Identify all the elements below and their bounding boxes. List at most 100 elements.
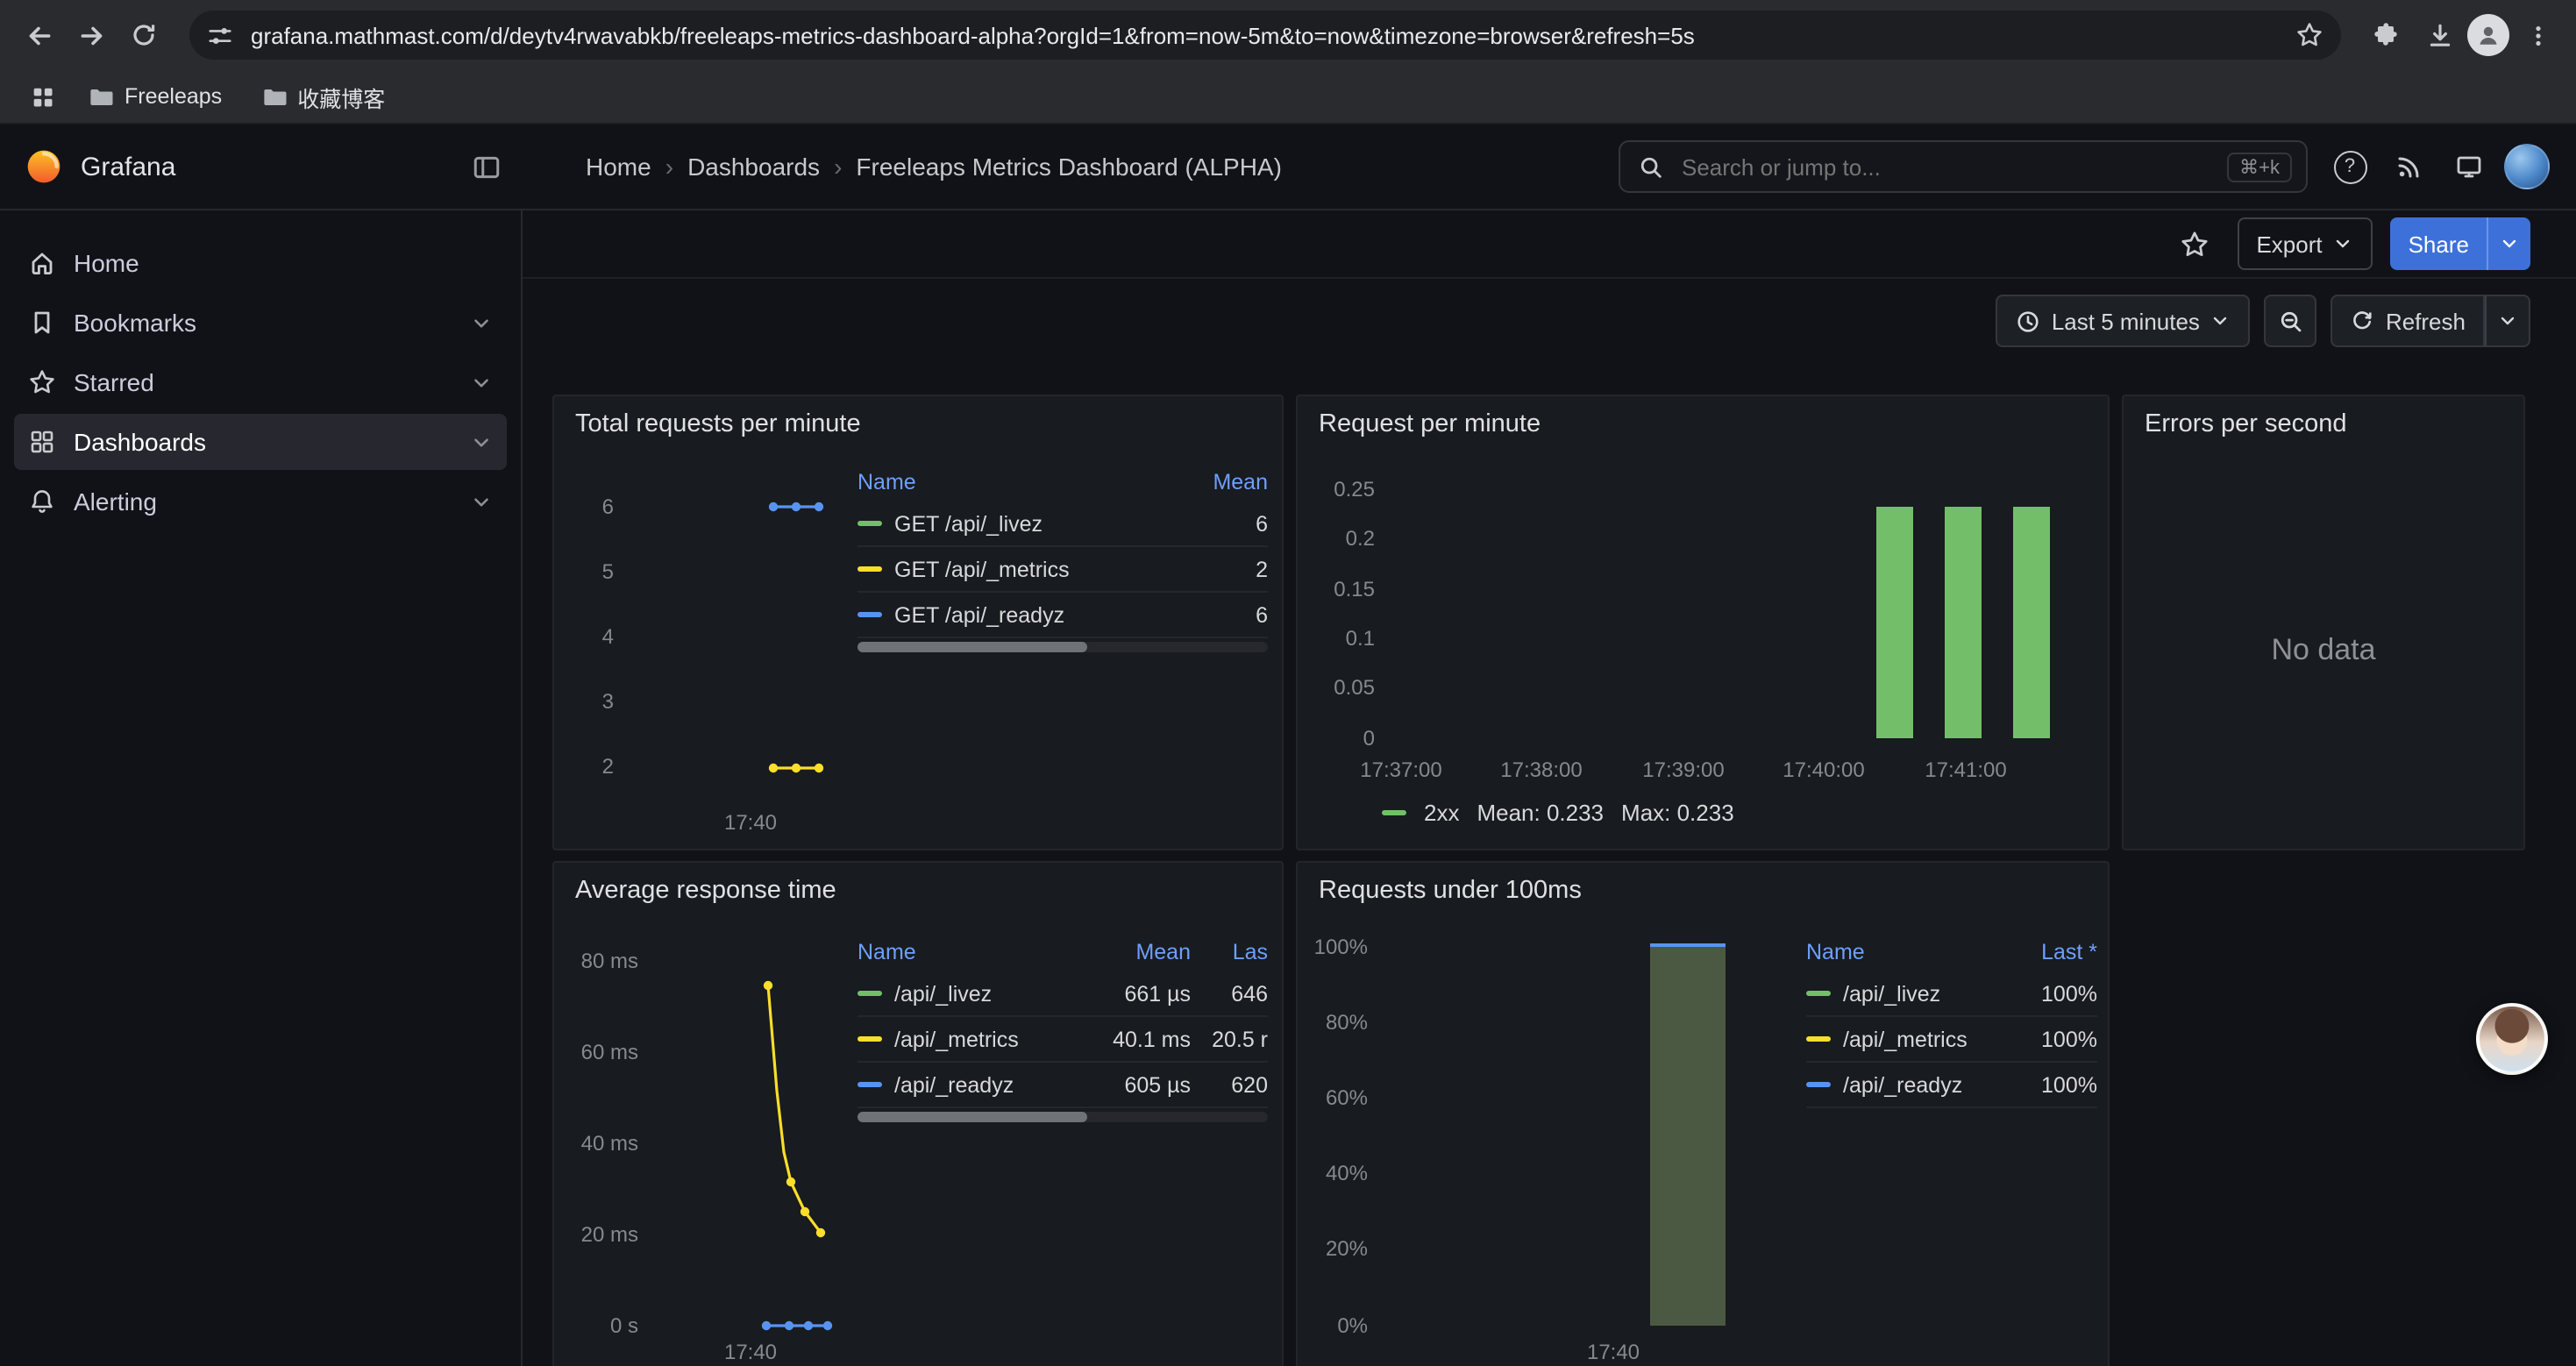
back-button[interactable]	[14, 11, 63, 60]
help-icon[interactable]: ?	[2325, 142, 2374, 191]
series-color-dash	[857, 566, 882, 572]
sidebar-item-dashboards[interactable]: Dashboards	[14, 414, 507, 470]
folder-icon	[88, 83, 114, 110]
export-button[interactable]: Export	[2237, 217, 2373, 270]
user-avatar[interactable]	[2504, 144, 2550, 189]
share-label: Share	[2409, 231, 2469, 257]
news-rss-icon[interactable]	[2385, 142, 2434, 191]
refresh-label: Refresh	[2386, 308, 2466, 334]
legend[interactable]: 2xx Mean: 0.233 Max: 0.233	[1382, 800, 1734, 826]
legend-row[interactable]: /api/_livez100%	[1806, 971, 2097, 1017]
y-tick: 5	[565, 561, 614, 582]
panel-title[interactable]: Request per minute	[1319, 410, 1541, 438]
chevron-down-icon[interactable]	[470, 371, 493, 394]
panel-request-per-minute: Request per minute 0.25 0.2 0.15 0.1 0.0…	[1296, 395, 2110, 850]
series-name: GET /api/_readyz	[894, 602, 1064, 627]
scrollbar-thumb[interactable]	[857, 642, 1087, 652]
sidebar-item-alerting[interactable]: Alerting	[14, 473, 507, 530]
monitor-icon[interactable]	[2444, 142, 2494, 191]
series-color-dash	[1382, 810, 1406, 815]
legend-col-value[interactable]: Las	[1191, 940, 1268, 964]
series-name: /api/_metrics	[1843, 1027, 1968, 1051]
legend-scrollbar[interactable]	[857, 1112, 1268, 1122]
time-range-picker[interactable]: Last 5 minutes	[1996, 295, 2251, 347]
extensions-icon[interactable]	[2362, 11, 2411, 60]
series-name: /api/_livez	[1843, 981, 1940, 1006]
download-icon[interactable]	[2415, 11, 2464, 60]
y-tick: 40%	[1298, 1163, 1368, 1184]
legend-row[interactable]: /api/_livez661 µs646	[857, 971, 1268, 1017]
browser-profile-avatar[interactable]	[2467, 14, 2509, 56]
sidebar-item-bookmarks[interactable]: Bookmarks	[14, 295, 507, 351]
legend-row[interactable]: /api/_readyz605 µs620	[857, 1063, 1268, 1108]
bookmark-item-freeleaps[interactable]: Freeleaps	[74, 78, 236, 115]
bookmark-item-blog[interactable]: 收藏博客	[246, 75, 399, 118]
chevron-down-icon[interactable]	[470, 311, 493, 334]
bar-chart	[1876, 489, 2069, 738]
bar-chart	[1650, 947, 1726, 1326]
legend-row[interactable]: GET /api/_metrics2	[857, 547, 1268, 593]
y-tick: 0 s	[554, 1315, 638, 1336]
forward-button[interactable]	[67, 11, 116, 60]
bookmarks-bar: Freeleaps 收藏博客	[0, 70, 2576, 125]
legend-col-name[interactable]: Name	[857, 470, 1163, 494]
legend-col-value[interactable]: Last *	[1999, 940, 2097, 964]
legend-col-name[interactable]: Name	[1806, 940, 1999, 964]
zoom-out-time-button[interactable]	[2265, 295, 2317, 347]
panel-title[interactable]: Errors per second	[2145, 410, 2347, 438]
bookmark-label: 收藏博客	[297, 80, 385, 113]
legend-row[interactable]: GET /api/_livez6	[857, 502, 1268, 547]
dashboard-toolbar: Export Share	[523, 210, 2576, 279]
y-tick: 0%	[1298, 1315, 1368, 1336]
share-menu-caret[interactable]	[2487, 217, 2530, 270]
bookmark-icon	[28, 309, 56, 337]
grafana-logo[interactable]	[25, 147, 63, 186]
apps-grid-icon[interactable]	[21, 75, 63, 117]
sidebar-item-home[interactable]: Home	[14, 235, 507, 291]
reload-button[interactable]	[119, 11, 168, 60]
legend-col-value[interactable]: Mean	[1163, 470, 1268, 494]
browser-menu-icon[interactable]	[2513, 11, 2562, 60]
search-input[interactable]	[1678, 152, 2213, 181]
breadcrumb-home[interactable]: Home	[586, 153, 651, 181]
legend-scrollbar[interactable]	[857, 642, 1268, 652]
share-split-button: Share	[2391, 217, 2530, 270]
folder-icon	[260, 83, 287, 110]
breadcrumb-dashboards[interactable]: Dashboards	[687, 153, 820, 181]
refresh-button[interactable]: Refresh	[2331, 295, 2485, 347]
url-input[interactable]	[247, 20, 2281, 50]
series-value: 6	[1163, 511, 1268, 536]
legend-col-value[interactable]: Mean	[1082, 940, 1191, 964]
share-button[interactable]: Share	[2391, 217, 2487, 270]
chart-bar	[1945, 506, 1982, 738]
line-chart	[624, 493, 852, 791]
dock-sidebar-icon[interactable]	[472, 152, 502, 181]
legend-row[interactable]: /api/_readyz100%	[1806, 1063, 2097, 1108]
refresh-interval-caret[interactable]	[2485, 295, 2530, 347]
search-box[interactable]: ⌘+k	[1619, 140, 2308, 193]
y-tick: 4	[565, 626, 614, 647]
floating-assistant-avatar[interactable]	[2476, 1003, 2548, 1075]
legend-col-name[interactable]: Name	[857, 940, 1082, 964]
star-dashboard-icon[interactable]	[2170, 219, 2219, 268]
legend-row[interactable]: /api/_metrics40.1 ms20.5 r	[857, 1017, 1268, 1063]
series-max: Max: 0.233	[1621, 800, 1734, 826]
breadcrumb-current[interactable]: Freeleaps Metrics Dashboard (ALPHA)	[856, 153, 1282, 181]
series-name: /api/_readyz	[894, 1072, 1014, 1097]
panel-title[interactable]: Total requests per minute	[575, 410, 861, 438]
panel-title[interactable]: Requests under 100ms	[1319, 877, 1582, 905]
panel-title[interactable]: Average response time	[575, 877, 836, 905]
legend-table: NameMeanLas/api/_livez661 µs646/api/_met…	[857, 933, 1268, 1108]
chevron-down-icon[interactable]	[470, 490, 493, 513]
series-color-dash	[857, 521, 882, 526]
site-settings-icon[interactable]	[207, 22, 233, 48]
chevron-down-icon[interactable]	[470, 430, 493, 453]
bookmark-star-icon[interactable]	[2295, 21, 2323, 49]
panel-total-requests-per-minute: Total requests per minute 6 5 4 3 2 17:4…	[552, 395, 1284, 850]
legend-row[interactable]: /api/_metrics100%	[1806, 1017, 2097, 1063]
address-bar[interactable]	[189, 11, 2341, 60]
sidebar-item-starred[interactable]: Starred	[14, 354, 507, 410]
scrollbar-thumb[interactable]	[857, 1112, 1087, 1122]
legend-row[interactable]: GET /api/_readyz6	[857, 593, 1268, 638]
series-value: 620	[1191, 1072, 1268, 1097]
